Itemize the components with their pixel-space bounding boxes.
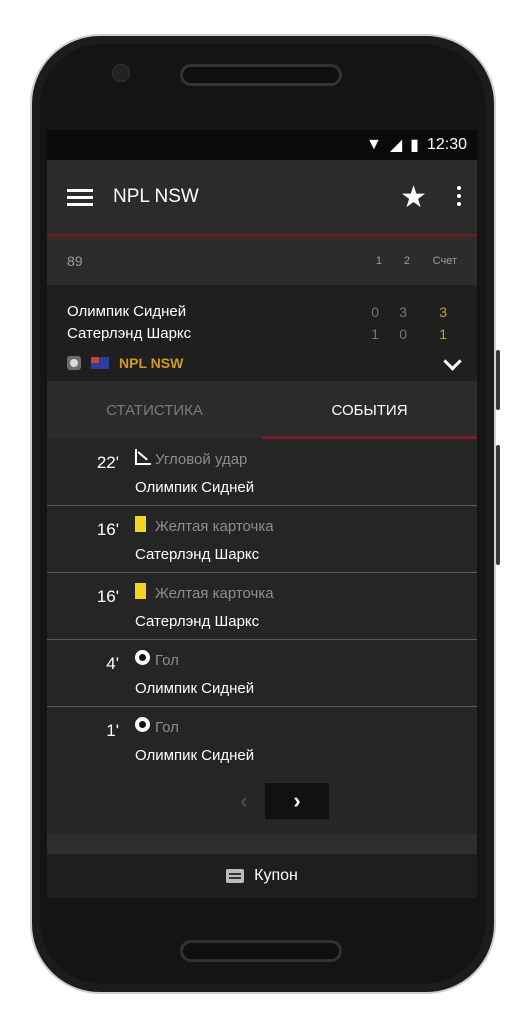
page-title: NPL NSW (113, 186, 199, 207)
event-type: Угловой удар (155, 451, 248, 468)
status-bar: ▼ ◢ ▮ 12:30 (47, 130, 477, 160)
event-minute: 16' (96, 587, 119, 606)
yellow-card-icon (135, 516, 146, 532)
event-minute: 16' (96, 520, 119, 539)
score-header: 89 1 2 Счет (47, 237, 477, 285)
list-item: 1' Гол Олимпик Сидней (47, 707, 477, 773)
events-list: 22' Угловой удар Олимпик Сидней 16' Желт… (47, 439, 477, 773)
prev-page-button[interactable]: ‹ (225, 783, 263, 819)
away-score-half2: 0 (399, 326, 407, 342)
tab-events[interactable]: СОБЫТИЯ (262, 381, 477, 439)
event-team: Сатерлэнд Шаркс (135, 546, 260, 563)
coupon-icon (226, 869, 245, 883)
ball-icon (135, 650, 150, 665)
away-score-half1: 1 (371, 326, 379, 342)
event-type: Гол (155, 652, 179, 669)
event-type: Желтая карточка (155, 518, 274, 535)
home-score-total: 3 (439, 304, 447, 320)
list-item: 16' Желтая карточка Сатерлэнд Шаркс (47, 573, 477, 640)
half1-header: 1 (375, 255, 382, 267)
league-name: NPL NSW (119, 355, 184, 371)
league-row: NPL NSW (67, 355, 183, 371)
next-page-button[interactable]: › (265, 783, 329, 819)
corner-flag-icon (135, 449, 151, 465)
top-speaker (180, 64, 342, 86)
sport-ball-icon (67, 356, 81, 370)
away-score-total: 1 (439, 326, 447, 342)
home-team-name: Олимпик Сидней (67, 303, 187, 320)
pager: ‹ › (47, 773, 477, 831)
hamburger-menu-icon[interactable] (67, 185, 93, 210)
event-team: Олимпик Сидней (135, 479, 255, 496)
tab-statistics[interactable]: СТАТИСТИКА (47, 381, 262, 439)
list-item: 4' Гол Олимпик Сидней (47, 640, 477, 707)
away-team-name: Сатерлэнд Шаркс (67, 325, 192, 342)
battery-icon: ▮ (410, 137, 419, 154)
tab-bar: СТАТИСТИКА СОБЫТИЯ (47, 381, 477, 439)
event-team: Олимпик Сидней (135, 680, 255, 697)
app-screen: ▼ ◢ ▮ 12:30 NPL NSW ★ 89 1 2 Счет Олимпи… (47, 130, 477, 898)
bottom-speaker (180, 940, 342, 962)
power-button (496, 445, 500, 565)
coupon-button[interactable]: Купон (47, 854, 477, 898)
event-type: Желтая карточка (155, 585, 274, 602)
signal-icon: ◢ (389, 137, 403, 154)
front-camera (112, 64, 130, 82)
list-item: 16' Желтая карточка Сатерлэнд Шаркс (47, 506, 477, 573)
chevron-down-icon[interactable] (443, 352, 462, 371)
wifi-icon: ▼ (365, 136, 382, 153)
match-minute: 89 (67, 253, 83, 269)
status-time: 12:30 (426, 136, 467, 153)
list-item: 22' Угловой удар Олимпик Сидней (47, 439, 477, 506)
app-bar: NPL NSW ★ (47, 160, 477, 234)
event-minute: 4' (106, 654, 119, 673)
ball-icon (135, 717, 150, 732)
match-card[interactable]: Олимпик Сидней Сатерлэнд Шаркс 0 3 3 1 0… (47, 285, 477, 381)
home-score-half1: 0 (371, 304, 379, 320)
more-options-icon[interactable] (457, 186, 461, 210)
event-team: Олимпик Сидней (135, 747, 255, 764)
event-minute: 1' (106, 721, 119, 740)
volume-button (496, 350, 500, 410)
total-header: Счет (432, 255, 457, 267)
event-type: Гол (155, 719, 179, 736)
event-minute: 22' (96, 453, 119, 472)
half2-header: 2 (403, 255, 410, 267)
event-team: Сатерлэнд Шаркс (135, 613, 260, 630)
australia-flag-icon (91, 357, 109, 369)
coupon-label: Купон (254, 867, 298, 884)
yellow-card-icon (135, 583, 146, 599)
favorite-star-icon[interactable]: ★ (400, 180, 427, 215)
home-score-half2: 3 (399, 304, 407, 320)
bottom-nav-strip (47, 834, 477, 854)
